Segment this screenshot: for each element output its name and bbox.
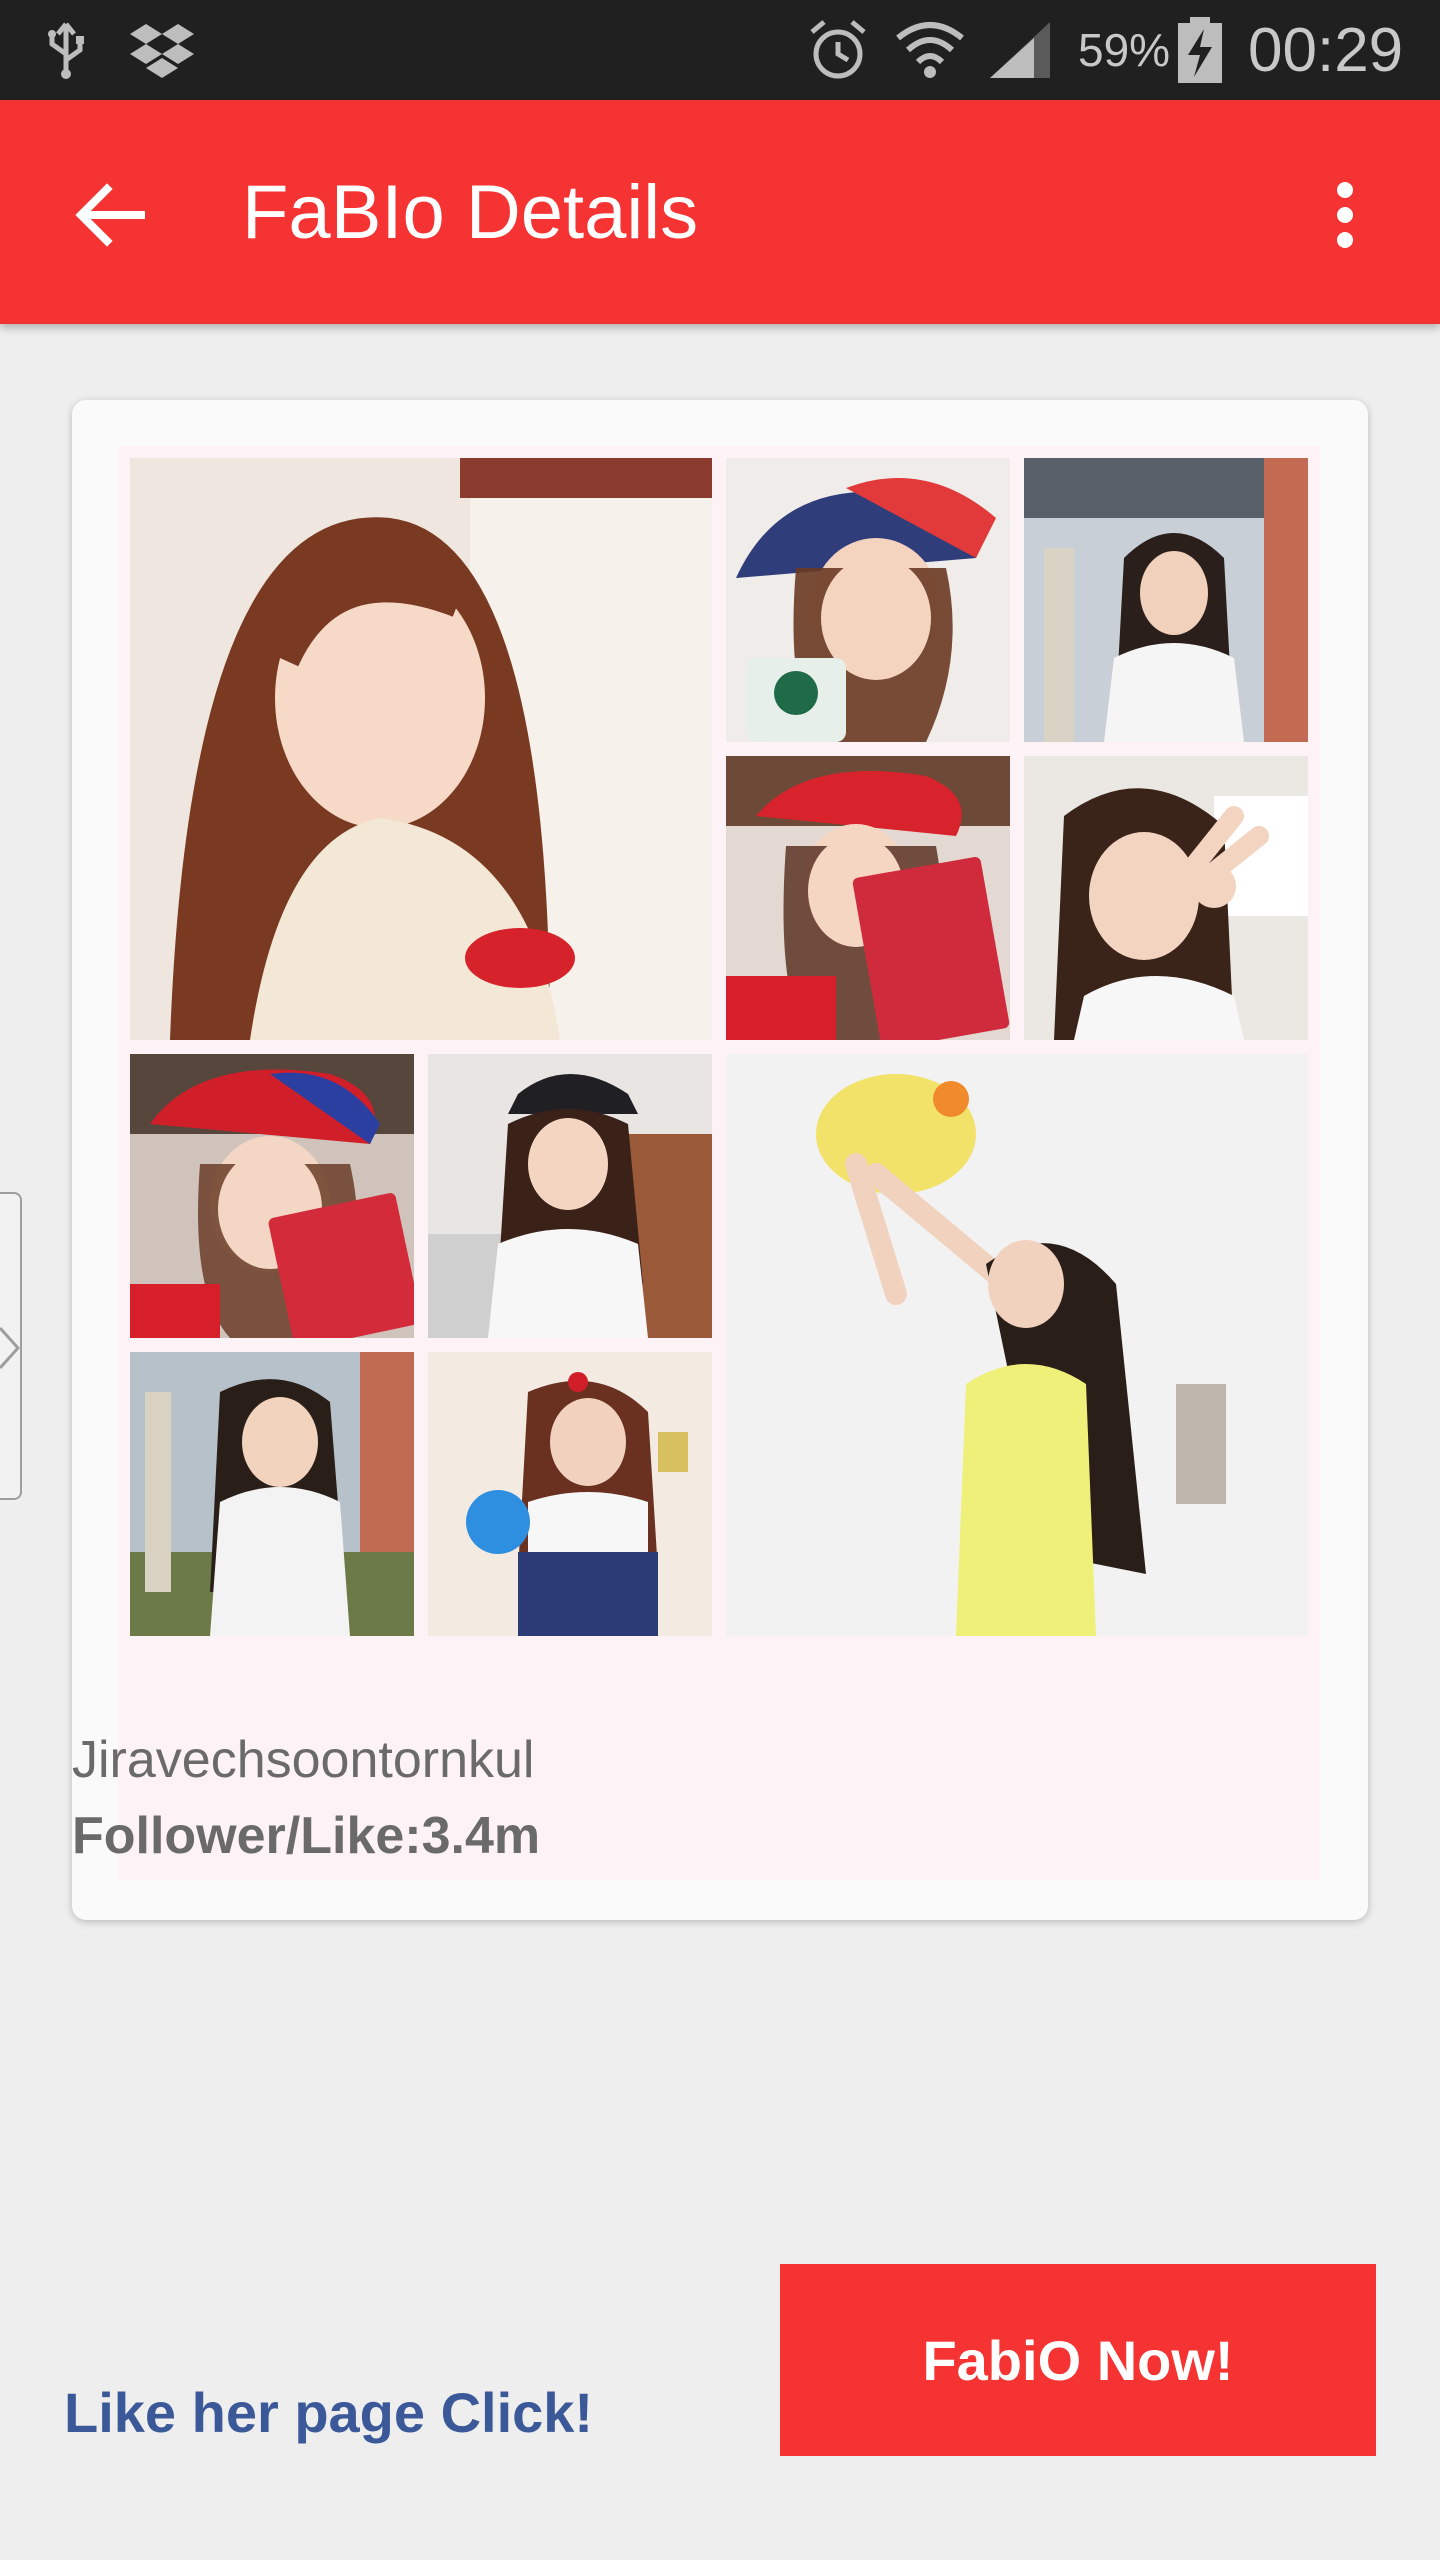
- overflow-menu-button[interactable]: [1290, 160, 1400, 270]
- usb-icon: [44, 0, 88, 100]
- chevron-right-icon: [0, 1326, 21, 1370]
- wifi-icon: [894, 0, 966, 100]
- photo-car-seat: [428, 1054, 712, 1338]
- side-drawer-handle[interactable]: [0, 1192, 22, 1500]
- photo-window-outdoor: [1024, 458, 1308, 742]
- fabio-now-button[interactable]: FabiO Now!: [780, 2264, 1376, 2456]
- like-page-link[interactable]: Like her page Click!: [64, 2380, 593, 2445]
- back-button[interactable]: [56, 160, 166, 270]
- photo-cap-drink: [726, 458, 1010, 742]
- photo-outdoor-shirt: [130, 1352, 414, 1636]
- follower-count: Follower/Like:3.4m: [72, 1807, 541, 1865]
- photo-smiling-selfie: [130, 458, 712, 1040]
- photo-cap-book: [726, 756, 1010, 1040]
- signal-icon: [986, 0, 1054, 100]
- battery-charging-icon: [1176, 0, 1224, 100]
- photo-cap-book-2: [130, 1054, 414, 1338]
- photo-blue-ball: [428, 1352, 712, 1636]
- photo-collage: [118, 446, 1320, 1636]
- app-bar: FaBIo Details: [0, 100, 1440, 324]
- more-vert-icon: [1337, 182, 1353, 248]
- photo-yellow-toy: [726, 1054, 1308, 1636]
- alarm-icon: [806, 0, 870, 100]
- page-title: FaBIo Details: [242, 169, 699, 255]
- dropbox-icon: [128, 0, 196, 100]
- battery-percent: 59%: [1078, 24, 1171, 76]
- status-bar: 59% 00:29: [0, 0, 1440, 100]
- profile-card[interactable]: [72, 400, 1368, 1920]
- profile-name: Jiravechsoontornkul: [72, 1731, 535, 1789]
- arrow-back-icon: [75, 183, 145, 247]
- photo-peace-sign: [1024, 756, 1308, 1040]
- clock: 00:29: [1248, 15, 1404, 85]
